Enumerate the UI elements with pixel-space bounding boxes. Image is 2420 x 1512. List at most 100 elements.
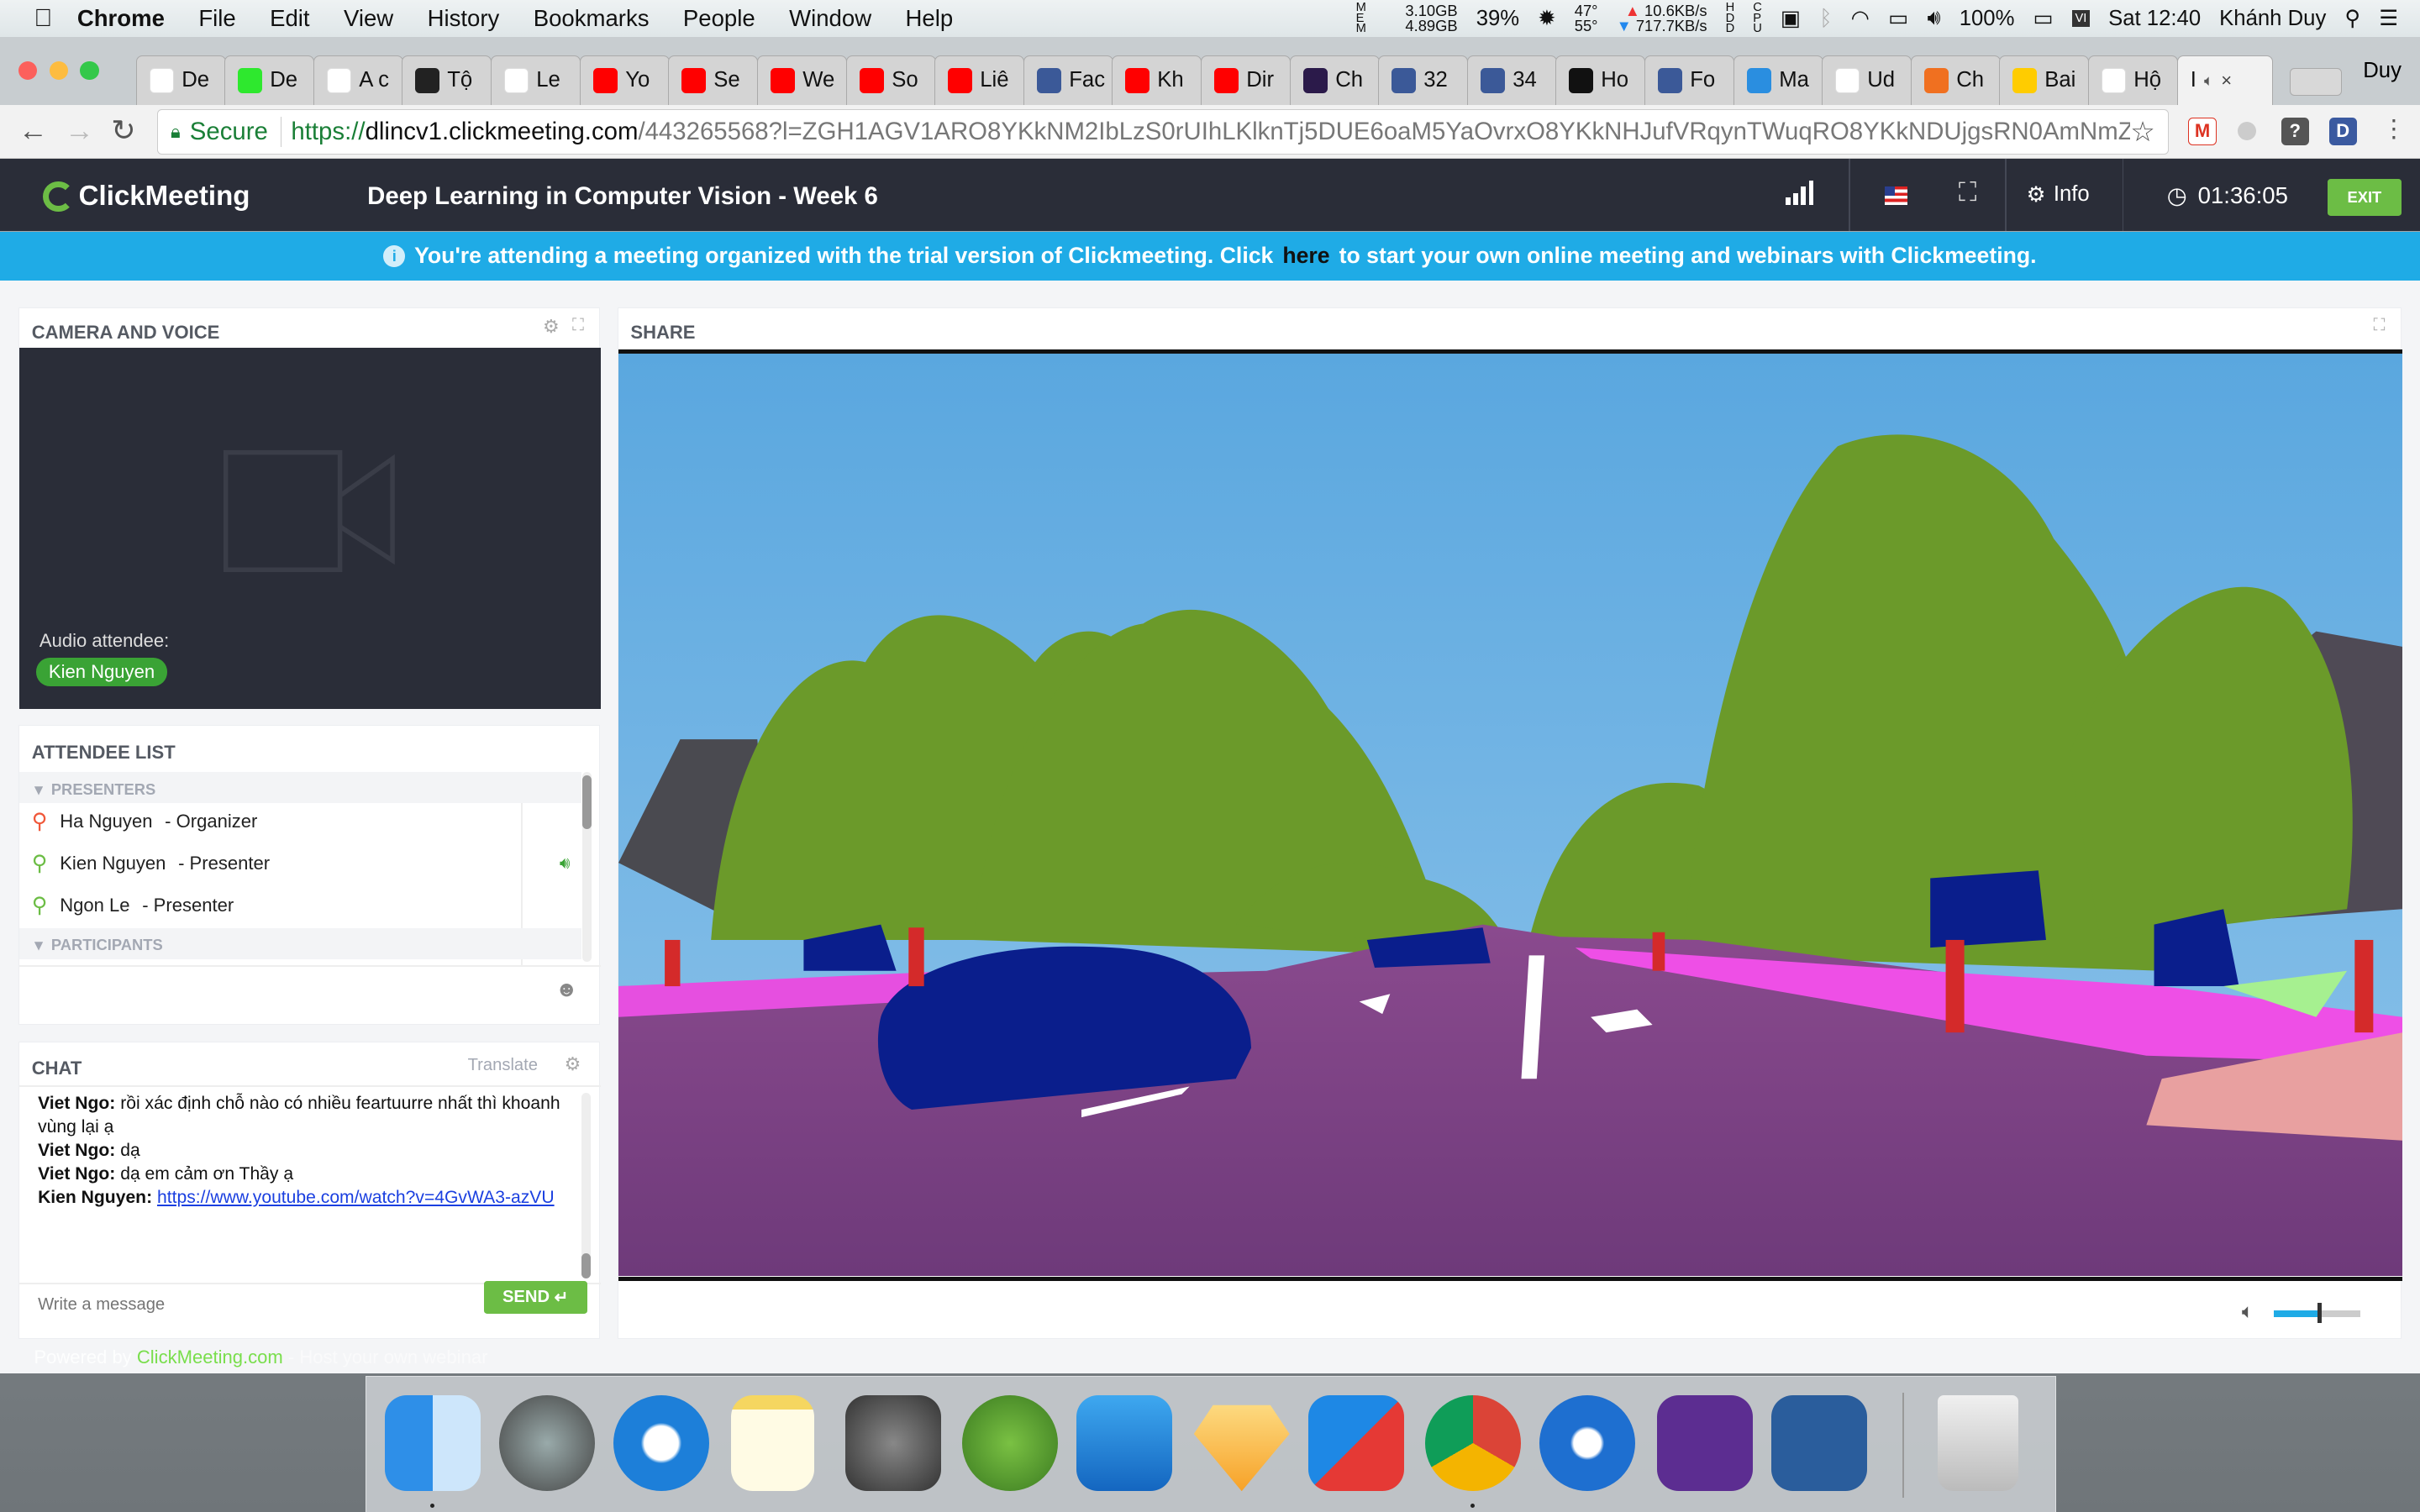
expand-icon[interactable]: ⛶: [572, 316, 584, 335]
browser-tab[interactable]: De: [224, 55, 315, 105]
maximize-window-button[interactable]: [80, 61, 99, 81]
battery-percent[interactable]: 100%: [1960, 7, 2015, 31]
volume-slider[interactable]: [2274, 1303, 2361, 1324]
translate-button[interactable]: Translate: [468, 1056, 538, 1075]
notes-icon[interactable]: [730, 1395, 814, 1492]
bluetooth-icon[interactable]: ᛒ: [1819, 7, 1832, 31]
menu-help[interactable]: Help: [906, 5, 954, 32]
new-tab-button[interactable]: [2289, 67, 2343, 96]
spotlight-search-icon[interactable]: ⚲: [2344, 6, 2360, 31]
address-bar[interactable]: 🔒︎ Secure https:// dlincv1.clickmeeting.…: [157, 109, 2169, 155]
menu-view[interactable]: View: [344, 5, 393, 32]
airplay-icon[interactable]: ▭: [1888, 6, 1908, 31]
wifi-icon[interactable]: ◠: [1851, 6, 1870, 31]
volume-icon[interactable]: 🔈︎: [2242, 1300, 2254, 1324]
system-preferences-icon[interactable]: [844, 1395, 941, 1492]
extension-icon[interactable]: [2238, 122, 2257, 141]
browser-tab[interactable]: Dir: [1200, 55, 1292, 105]
browser-tab[interactable]: Liê: [934, 55, 1025, 105]
chat-scrollbar[interactable]: [581, 1093, 591, 1278]
browser-tab[interactable]: Tộ: [402, 55, 492, 105]
browser-tab[interactable]: Hộ: [2088, 55, 2179, 105]
forward-button[interactable]: →: [65, 114, 94, 148]
bookmark-star-icon[interactable]: ☆: [2130, 115, 2155, 150]
memory-meter-icon[interactable]: MEM: [1356, 1, 1387, 34]
xcode-icon[interactable]: [1076, 1395, 1173, 1492]
clock[interactable]: Sat 12:40: [2108, 7, 2201, 31]
browser-tab[interactable]: We: [756, 55, 848, 105]
chrome-menu-icon[interactable]: ⋮: [2381, 114, 2406, 144]
attendee-scrollbar[interactable]: [582, 772, 592, 963]
browser-tab[interactable]: De: [135, 55, 227, 105]
menu-file[interactable]: File: [198, 5, 235, 32]
message-input[interactable]: [38, 1295, 471, 1315]
camera-settings-icon[interactable]: ⚙: [543, 316, 560, 338]
emoji-icon[interactable]: ☻: [555, 978, 578, 1002]
lightbulb-extension-icon[interactable]: ?: [2281, 117, 2309, 145]
message-link[interactable]: https://www.youtube.com/watch?v=4GvWA3-a…: [157, 1188, 555, 1207]
network-readout[interactable]: ▲ 10.6KB/s ▼ 717.7KB/s: [1617, 3, 1707, 34]
gmail-extension-icon[interactable]: M: [2188, 117, 2217, 145]
audio-playing-icon[interactable]: 🔈︎: [2204, 71, 2213, 90]
menu-history[interactable]: History: [428, 5, 500, 32]
itunes-icon[interactable]: [613, 1395, 710, 1492]
finder-icon[interactable]: [385, 1395, 481, 1492]
close-window-button[interactable]: [18, 61, 38, 81]
browser-tab[interactable]: Ud: [1822, 55, 1912, 105]
reload-button[interactable]: ↻: [111, 114, 135, 148]
menu-bookmarks[interactable]: Bookmarks: [534, 5, 650, 32]
menu-app-chrome[interactable]: Chrome: [77, 5, 165, 32]
send-button[interactable]: SEND ↵: [483, 1281, 587, 1315]
clickmeeting-link[interactable]: ClickMeeting.com: [137, 1347, 283, 1368]
minimize-window-button[interactable]: [49, 61, 68, 81]
browser-tab[interactable]: Kh: [1112, 55, 1202, 105]
info-button[interactable]: ⚙ Info: [2027, 182, 2090, 207]
cpu-percent[interactable]: 39%: [1476, 7, 1519, 31]
browser-tab[interactable]: Ch: [1910, 55, 2002, 105]
sourcetree-icon[interactable]: [1539, 1395, 1636, 1492]
participants-group-header[interactable]: ▾ PARTICIPANTS: [19, 927, 581, 959]
input-method-icon[interactable]: VI: [2071, 10, 2091, 27]
browser-tab[interactable]: Ch: [1289, 55, 1380, 105]
chrome-icon[interactable]: [1425, 1395, 1522, 1492]
trash-icon[interactable]: [1938, 1395, 2018, 1492]
browser-tab[interactable]: Bai: [1999, 55, 2090, 105]
presenters-group-header[interactable]: ▾ PRESENTERS: [19, 772, 581, 804]
back-button[interactable]: ←: [18, 114, 48, 148]
notification-center-icon[interactable]: ☰: [2379, 6, 2398, 31]
browser-tab[interactable]: Ma: [1733, 55, 1824, 105]
chat-settings-icon[interactable]: ⚙: [565, 1053, 581, 1075]
fullscreen-icon[interactable]: ⛶: [1959, 177, 1977, 208]
apple-menu-icon[interactable]: : [34, 4, 52, 33]
browser-tab[interactable]: Le: [491, 55, 581, 105]
attendee-row[interactable]: ⚲ Kien Nguyen - Presenter 🔊︎: [32, 851, 580, 876]
launchpad-icon[interactable]: [499, 1395, 596, 1492]
attendee-row[interactable]: ⚲ Ha Nguyen - Organizer: [32, 809, 580, 834]
browser-tab[interactable]: Ho: [1555, 55, 1646, 105]
browser-tab[interactable]: 32: [1378, 55, 1469, 105]
active-tab[interactable]: I 🔈︎ ×: [2176, 55, 2273, 105]
sketch-icon[interactable]: [1193, 1404, 1290, 1492]
profile-button[interactable]: Duy: [2363, 59, 2402, 83]
exit-button[interactable]: EXIT: [2327, 179, 2402, 217]
browser-tab[interactable]: Se: [668, 55, 759, 105]
volume-icon[interactable]: 🔊︎: [1927, 6, 1940, 31]
attendee-row[interactable]: ⚲ Ngon Le - Presenter: [32, 893, 580, 918]
menu-window[interactable]: Window: [789, 5, 871, 32]
user-name[interactable]: Khánh Duy: [2219, 7, 2326, 31]
browser-tab[interactable]: A c: [313, 55, 404, 105]
expand-share-icon[interactable]: ⛶: [2373, 316, 2385, 335]
close-tab-icon[interactable]: ×: [2221, 70, 2232, 92]
vscode-icon[interactable]: [1770, 1395, 1867, 1492]
display-icon[interactable]: ▣: [1781, 6, 1801, 31]
language-flag-us-icon[interactable]: [1884, 186, 1908, 206]
browser-tab[interactable]: Yo: [579, 55, 671, 105]
browser-tab[interactable]: So: [845, 55, 936, 105]
visual-studio-icon[interactable]: [1656, 1395, 1753, 1492]
browser-tab[interactable]: Fac: [1023, 55, 1114, 105]
menu-people[interactable]: People: [683, 5, 755, 32]
browser-tab[interactable]: Fo: [1644, 55, 1735, 105]
android-studio-icon[interactable]: [962, 1395, 1059, 1492]
parallels-icon[interactable]: [1307, 1395, 1404, 1492]
banner-here-link[interactable]: here: [1282, 243, 1329, 269]
